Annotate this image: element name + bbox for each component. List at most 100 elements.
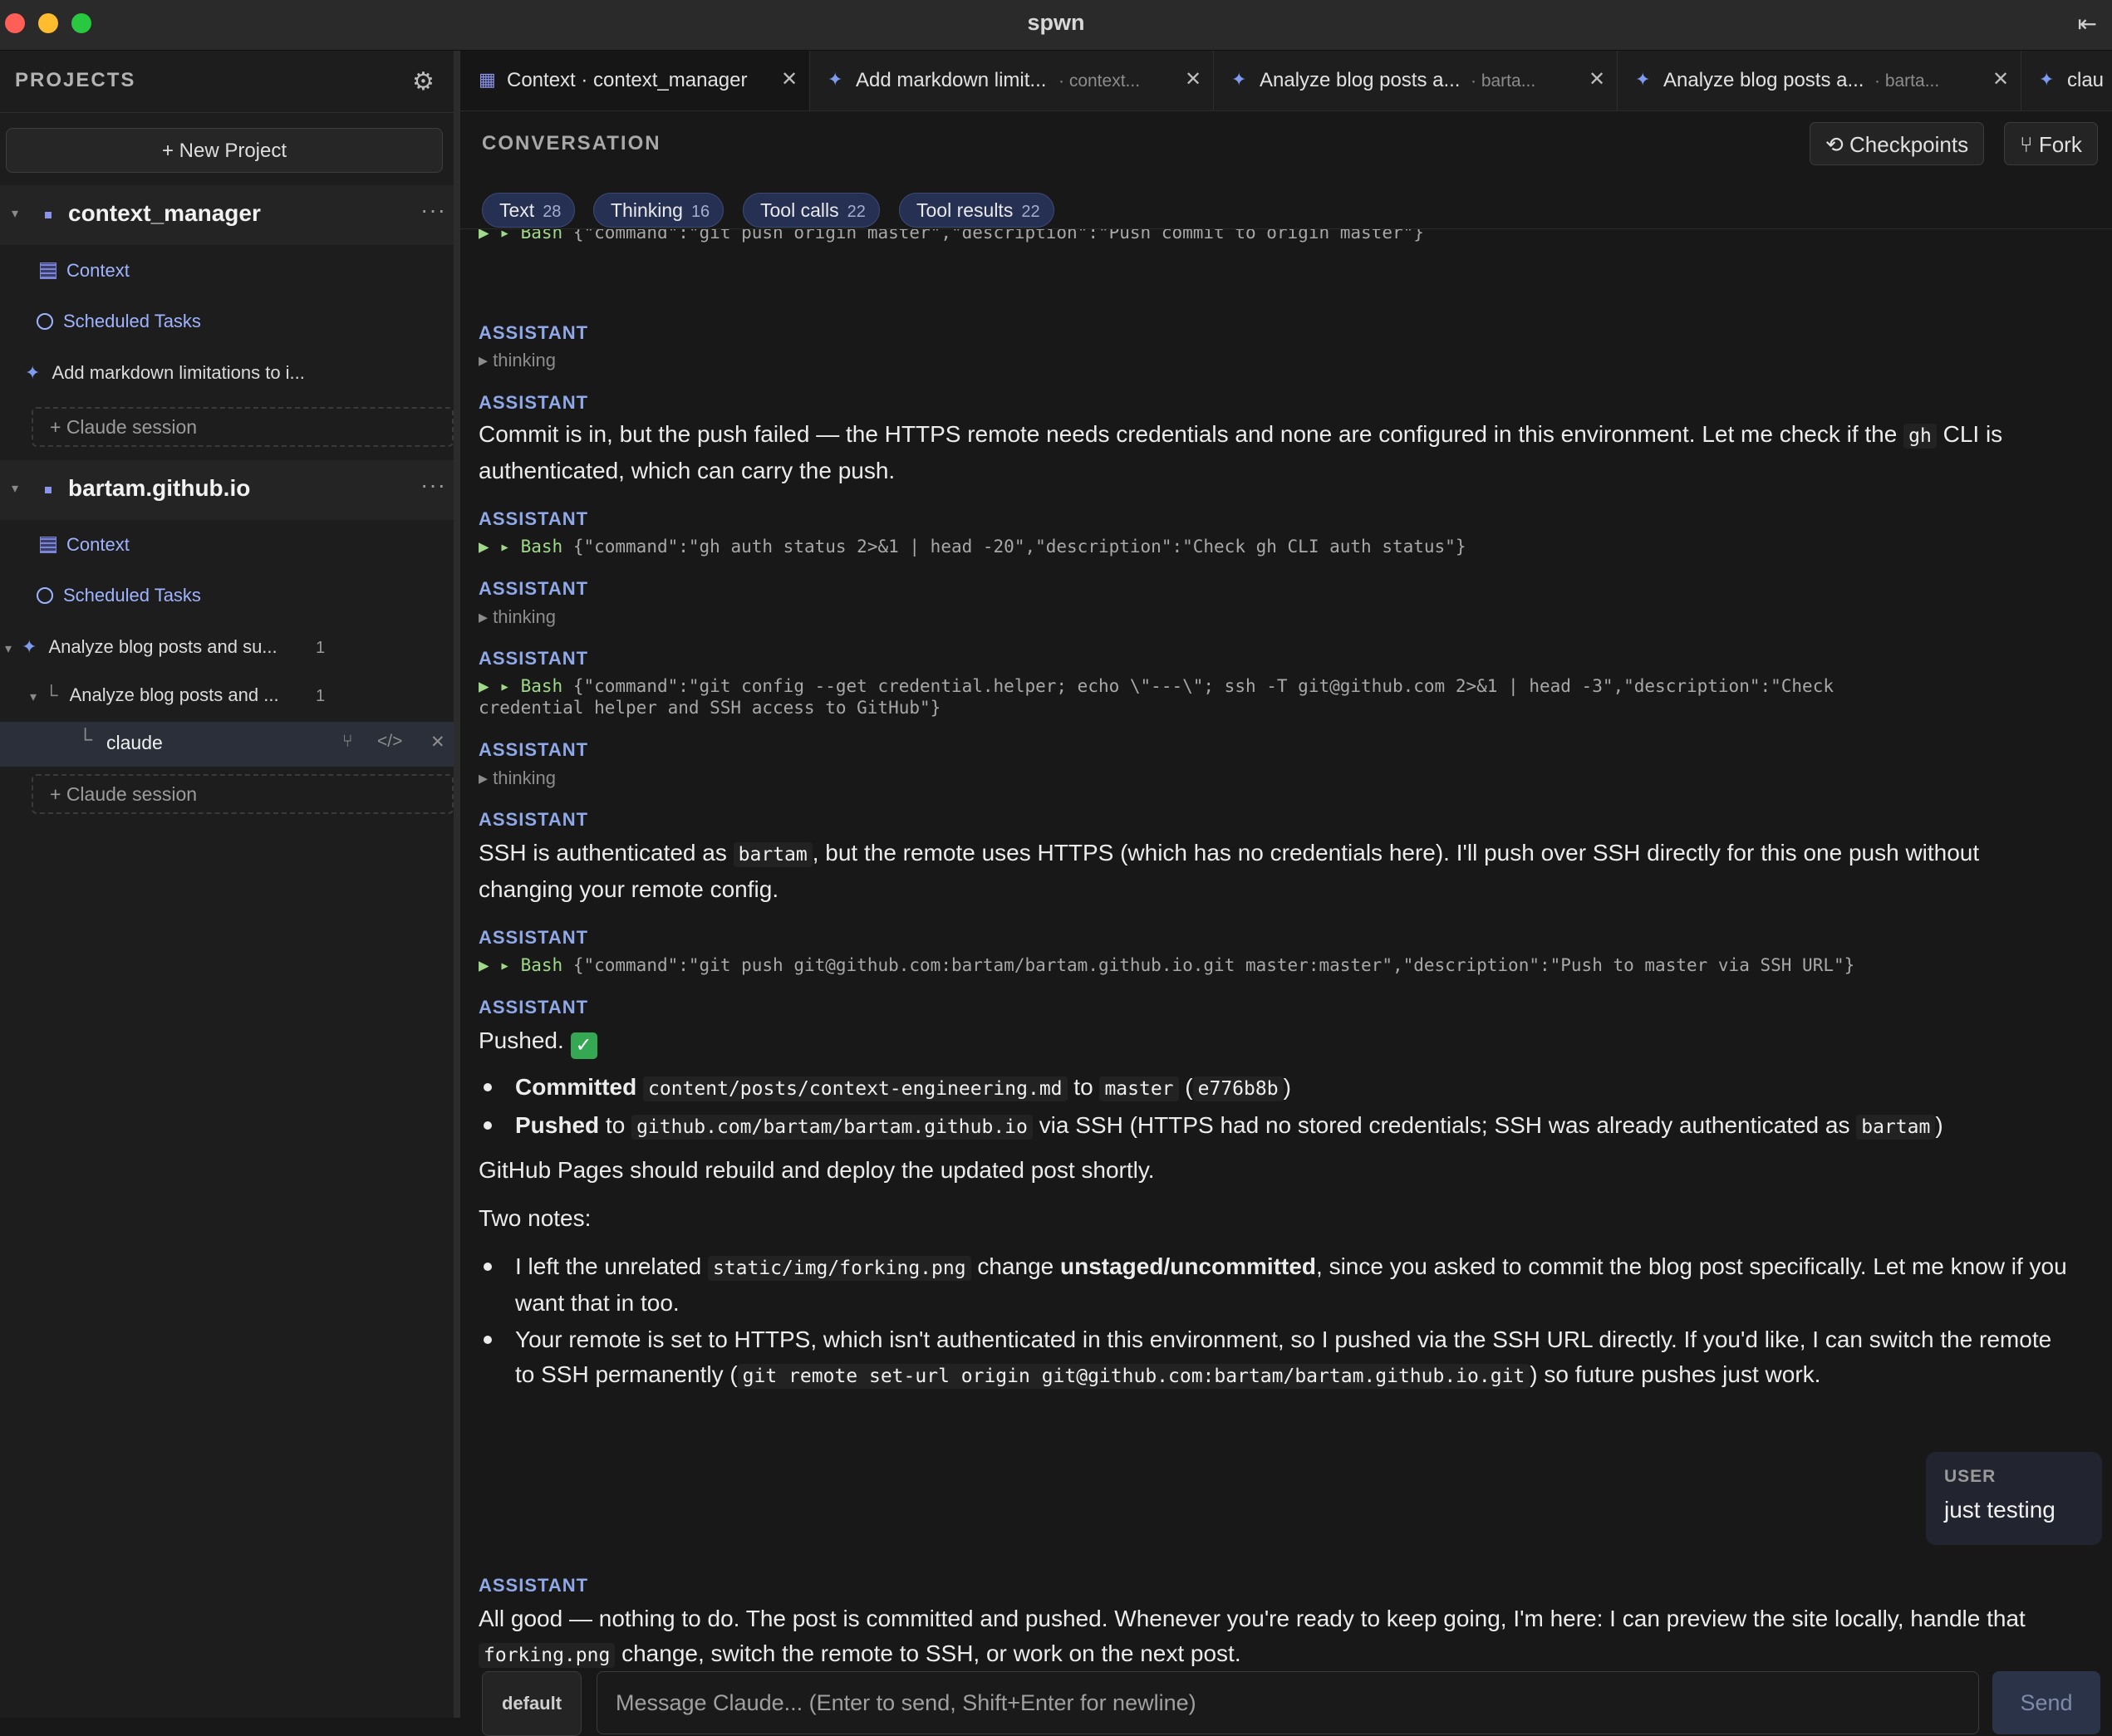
chevron-down-icon[interactable]: ▾: [12, 205, 18, 222]
composer: default Message Claude... (Enter to send…: [460, 1671, 2112, 1736]
grid-icon: ▦: [479, 69, 496, 90]
close-icon[interactable]: ✕: [781, 67, 798, 91]
message-list[interactable]: ▶ ▸ Bash {"command":"git push origin mas…: [460, 229, 2112, 1675]
text-span: I left the unrelated: [515, 1253, 708, 1279]
chip-label: Thinking: [611, 199, 683, 221]
chevron-down-icon[interactable]: ▾: [30, 690, 37, 704]
gear-icon[interactable]: ⚙: [412, 67, 435, 96]
sidebar: PROJECTS ⚙ + New Project ▾ context_manag…: [0, 51, 454, 1718]
thinking-toggle[interactable]: ▸ thinking: [479, 350, 556, 371]
conversation-header: CONVERSATION ⟲ Checkpoints ⑂ Fork Text 28…: [460, 110, 2112, 229]
text-span: Pushed.: [479, 1027, 564, 1053]
inline-code: static/img/forking.png: [707, 1256, 971, 1281]
expand-arrow-icon[interactable]: ▶ ▸: [479, 229, 521, 243]
close-icon[interactable]: ✕: [430, 732, 445, 753]
chip-count: 22: [847, 203, 866, 221]
checkpoints-button[interactable]: ⟲ Checkpoints: [1810, 122, 1985, 165]
send-button[interactable]: Send: [1992, 1671, 2100, 1734]
sparkle-icon: ✦: [2039, 69, 2055, 90]
tool-args: {"command":"git push git@github.com:bart…: [572, 955, 1855, 975]
session-count: 1: [316, 687, 326, 705]
model-selector[interactable]: default: [482, 1671, 582, 1736]
tab-session[interactable]: ✦ Analyze blog posts a... · barta... ✕: [1213, 51, 1618, 110]
tab-label: Analyze blog posts a...: [1260, 69, 1461, 91]
code-icon[interactable]: </>: [377, 732, 402, 752]
message-role: ASSISTANT: [479, 739, 589, 760]
chip-label: Tool calls: [760, 199, 839, 221]
inline-code: bartam: [1856, 1115, 1936, 1140]
expand-arrow-icon[interactable]: ▶ ▸: [479, 955, 521, 975]
branch-icon: └: [78, 728, 93, 751]
sidebar-item-label: Scheduled Tasks: [63, 311, 201, 331]
close-icon[interactable]: ✕: [1589, 67, 1605, 91]
new-claude-session-button[interactable]: + Claude session: [32, 774, 454, 814]
sidebar-item-context[interactable]: Context: [40, 260, 130, 282]
tool-call[interactable]: ▶ ▸ Bash {"command":"git push git@github…: [479, 955, 1854, 975]
session-item[interactable]: ▾ └ Analyze blog posts and ...: [30, 684, 279, 706]
project-row-context-manager[interactable]: ▾ context_manager ···: [0, 185, 454, 245]
sparkle-icon: ✦: [828, 69, 843, 90]
expand-arrow-icon[interactable]: ▶ ▸: [479, 537, 521, 557]
message-input[interactable]: Message Claude... (Enter to send, Shift+…: [597, 1671, 1979, 1734]
inline-code: github.com/bartam/bartam.github.io: [631, 1115, 1033, 1140]
inline-code: content/posts/context-engineering.md: [643, 1076, 1068, 1101]
tab-bar: ▦ Context · context_manager ✕ ✦ Add mark…: [460, 51, 2112, 111]
filter-chip-thinking[interactable]: Thinking 16: [593, 193, 724, 228]
new-claude-session-button[interactable]: + Claude session: [32, 407, 454, 447]
message-text: Two notes:: [479, 1205, 592, 1231]
collapse-left-icon[interactable]: ⇤: [2078, 10, 2097, 37]
tool-call[interactable]: ▶ ▸ Bash {"command":"git push origin mas…: [479, 229, 1424, 243]
filter-chip-tool-calls[interactable]: Tool calls 22: [743, 193, 880, 228]
clock-icon: [37, 587, 53, 604]
text-span: to: [1067, 1074, 1100, 1100]
thinking-toggle[interactable]: ▸ thinking: [479, 767, 556, 789]
session-item[interactable]: ▾ ✦ Analyze blog posts and su...: [5, 636, 278, 658]
text-span: to: [599, 1112, 632, 1138]
sidebar-item-scheduled-tasks[interactable]: Scheduled Tasks: [37, 311, 201, 332]
tab-context[interactable]: ▦ Context · context_manager ✕: [460, 51, 810, 110]
close-icon[interactable]: ✕: [1992, 67, 2009, 91]
fork-icon[interactable]: ⑂: [342, 732, 353, 752]
projects-header: PROJECTS ⚙: [0, 51, 454, 113]
list-item: I left the unrelated static/img/forking.…: [484, 1249, 2077, 1321]
checkmark-icon: ✓: [570, 1032, 597, 1059]
session-title: Analyze blog posts and su...: [48, 636, 278, 657]
more-options-icon[interactable]: ···: [420, 472, 446, 498]
text-span: ): [1935, 1112, 1943, 1138]
session-title: Add markdown limitations to i...: [52, 362, 305, 383]
tab-session[interactable]: ✦ Add markdown limit... · context... ✕: [809, 51, 1214, 110]
conversation-title: CONVERSATION: [482, 132, 661, 154]
chip-count: 22: [1021, 203, 1040, 221]
title-bar: spwn ⇤: [0, 0, 2112, 51]
message-text: SSH is authenticated as bartam, but the …: [479, 836, 2074, 907]
fork-button[interactable]: ⑂ Fork: [2004, 122, 2098, 165]
branch-icon: └: [45, 684, 58, 705]
text-span: (: [1178, 1074, 1193, 1100]
sidebar-item-context[interactable]: Context: [40, 534, 130, 556]
tool-call[interactable]: ▶ ▸ Bash {"command":"gh auth status 2>&1…: [479, 537, 1466, 557]
app-title: spwn: [1027, 10, 1085, 35]
tab-session[interactable]: ✦ Analyze blog posts a... · barta... ✕: [1617, 51, 2021, 110]
more-options-icon[interactable]: ···: [420, 197, 446, 223]
project-row-bartam-github-io[interactable]: ▾ bartam.github.io ···: [0, 460, 454, 520]
tab-label: Analyze blog posts a...: [1663, 69, 1864, 91]
chevron-down-icon[interactable]: ▾: [5, 642, 12, 656]
thinking-toggle[interactable]: ▸ thinking: [479, 606, 556, 628]
chevron-down-icon[interactable]: ▾: [12, 480, 18, 497]
session-item-active[interactable]: └ claude ⑂ </> ✕: [0, 722, 454, 767]
tab-label: Context · context_manager: [507, 69, 748, 91]
sparkle-icon: ✦: [25, 362, 41, 383]
sidebar-resize-handle[interactable]: [454, 51, 460, 1718]
tool-args: {"command":"git config --get credential.…: [572, 676, 1834, 696]
tool-call[interactable]: ▶ ▸ Bash {"command":"git config --get cr…: [479, 676, 1834, 696]
expand-arrow-icon[interactable]: ▶ ▸: [479, 676, 521, 696]
message-role: USER: [1944, 1467, 1997, 1486]
new-project-button[interactable]: + New Project: [6, 128, 443, 173]
filter-chip-text[interactable]: Text 28: [482, 193, 576, 228]
sidebar-item-scheduled-tasks[interactable]: Scheduled Tasks: [37, 585, 201, 606]
tab-session[interactable]: ✦ clau: [2021, 51, 2112, 110]
filter-chip-tool-results[interactable]: Tool results 22: [899, 193, 1054, 228]
close-icon[interactable]: ✕: [1185, 67, 1201, 91]
session-item[interactable]: ✦ Add markdown limitations to i...: [25, 362, 305, 384]
list-item: Committed content/posts/context-engineer…: [484, 1070, 2077, 1106]
